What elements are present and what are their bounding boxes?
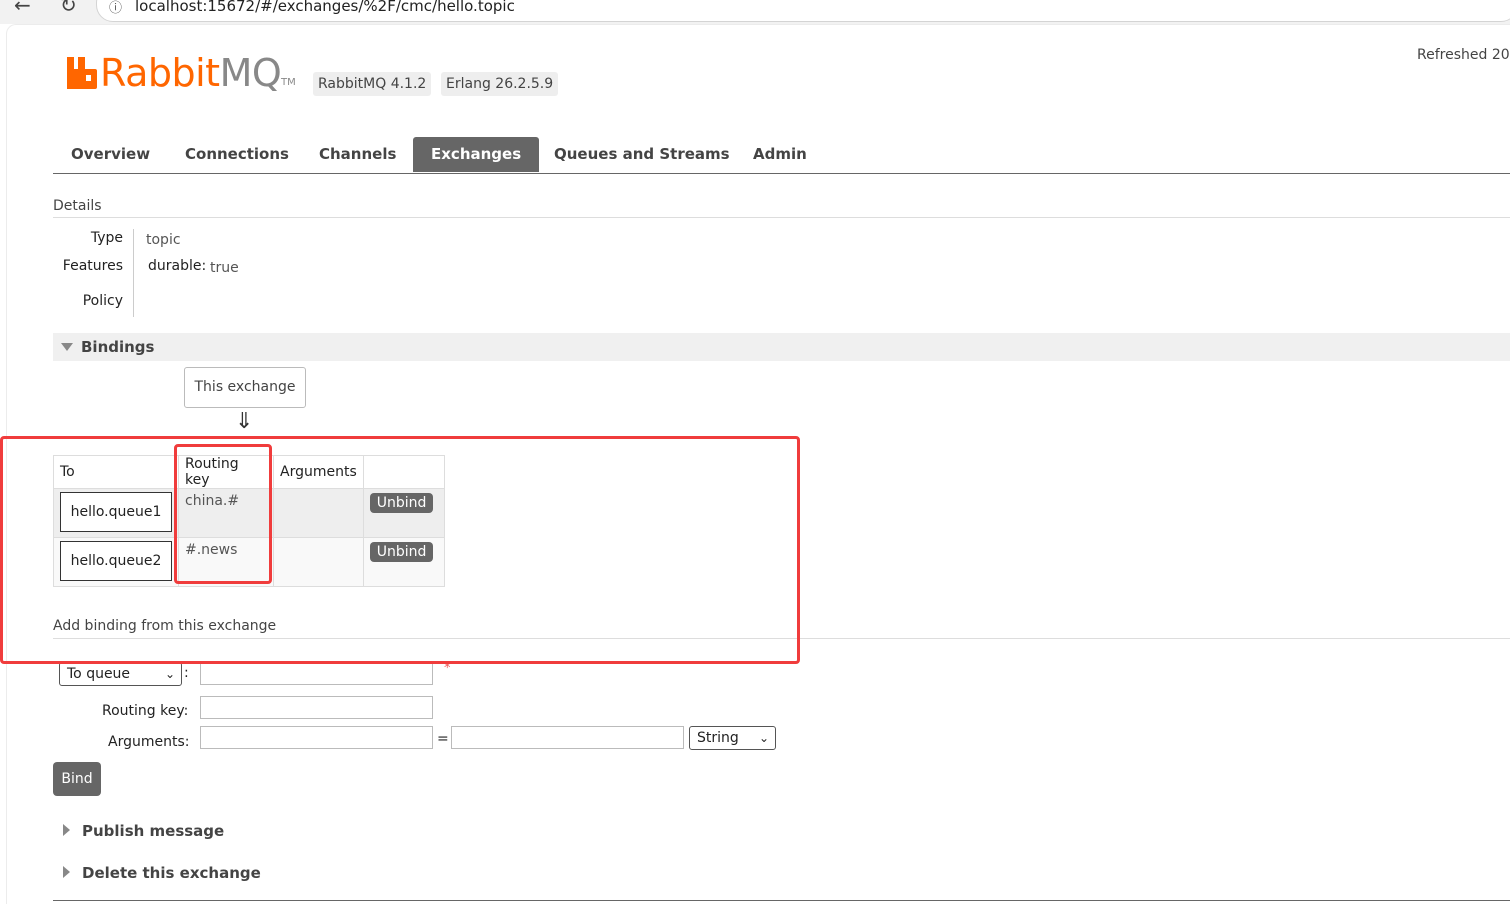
details-heading: Details xyxy=(53,198,102,214)
arguments-label: Arguments: xyxy=(108,734,190,750)
features-label: Features xyxy=(62,258,123,274)
equals-sign: = xyxy=(437,731,449,747)
address-bar[interactable]: ⓘ localhost:15672/#/exchanges/%2F/cmc/he… xyxy=(96,0,1510,22)
argument-key-input[interactable] xyxy=(200,726,433,749)
bindings-heading: Bindings xyxy=(81,338,155,356)
tab-exchanges[interactable]: Exchanges xyxy=(413,137,540,172)
tab-admin[interactable]: Admin xyxy=(735,137,825,172)
details-column-divider xyxy=(133,229,134,317)
delete-exchange-toggle[interactable]: Delete this exchange xyxy=(63,864,261,882)
browser-toolbar: ← ↻ ⓘ localhost:15672/#/exchanges/%2F/cm… xyxy=(0,0,1510,24)
highlight-routing-key-box xyxy=(174,444,272,584)
down-arrow-icon: ⇓ xyxy=(235,409,254,434)
tab-queues-and-streams[interactable]: Queues and Streams xyxy=(536,137,748,172)
expanded-triangle-icon xyxy=(61,343,73,351)
bindings-section-toggle[interactable]: Bindings xyxy=(53,333,1510,361)
policy-label: Policy xyxy=(82,293,123,309)
highlight-bindings-box xyxy=(0,436,800,664)
argument-type-select[interactable]: String ⌄ xyxy=(689,726,776,750)
tab-overview[interactable]: Overview xyxy=(53,137,168,172)
refreshed-timestamp: Refreshed 202 xyxy=(1417,47,1510,63)
rabbit-logo-icon xyxy=(67,57,97,89)
tab-connections[interactable]: Connections xyxy=(167,137,307,172)
routing-key-input[interactable] xyxy=(200,696,433,719)
durable-key: durable: xyxy=(148,258,207,274)
reload-icon[interactable]: ↻ xyxy=(60,0,77,17)
destination-name-input[interactable] xyxy=(200,662,433,685)
tab-channels[interactable]: Channels xyxy=(301,137,414,172)
erlang-version-badge: Erlang 26.2.5.9 xyxy=(441,72,559,96)
collapsed-triangle-icon xyxy=(63,866,70,878)
back-arrow-icon[interactable]: ← xyxy=(14,0,31,17)
chevron-down-icon: ⌄ xyxy=(164,667,175,681)
routing-key-label: Routing key: xyxy=(102,703,189,719)
collapsed-triangle-icon xyxy=(63,824,70,836)
main-nav-tabs: Overview Connections Channels Exchanges … xyxy=(53,137,1510,174)
type-value: topic xyxy=(146,232,181,248)
this-exchange-box: This exchange xyxy=(184,367,306,408)
rabbitmq-version-badge: RabbitMQ 4.1.2 xyxy=(313,72,432,96)
destination-colon: : xyxy=(184,665,189,681)
url-text: localhost:15672/#/exchanges/%2F/cmc/hell… xyxy=(135,0,515,15)
footer-divider xyxy=(53,900,1510,901)
durable-value: true xyxy=(210,260,239,276)
chevron-down-icon: ⌄ xyxy=(758,731,769,745)
details-divider xyxy=(53,217,1510,218)
argument-value-input[interactable] xyxy=(451,726,684,749)
type-label: Type xyxy=(90,230,123,246)
logo-trademark: TM xyxy=(281,77,296,88)
site-info-icon[interactable]: ⓘ xyxy=(109,0,122,16)
publish-message-toggle[interactable]: Publish message xyxy=(63,822,224,840)
destination-type-select[interactable]: To queue ⌄ xyxy=(59,662,182,686)
bind-button[interactable]: Bind xyxy=(53,762,101,796)
logo-wordmark: RabbitMQ xyxy=(100,51,282,95)
